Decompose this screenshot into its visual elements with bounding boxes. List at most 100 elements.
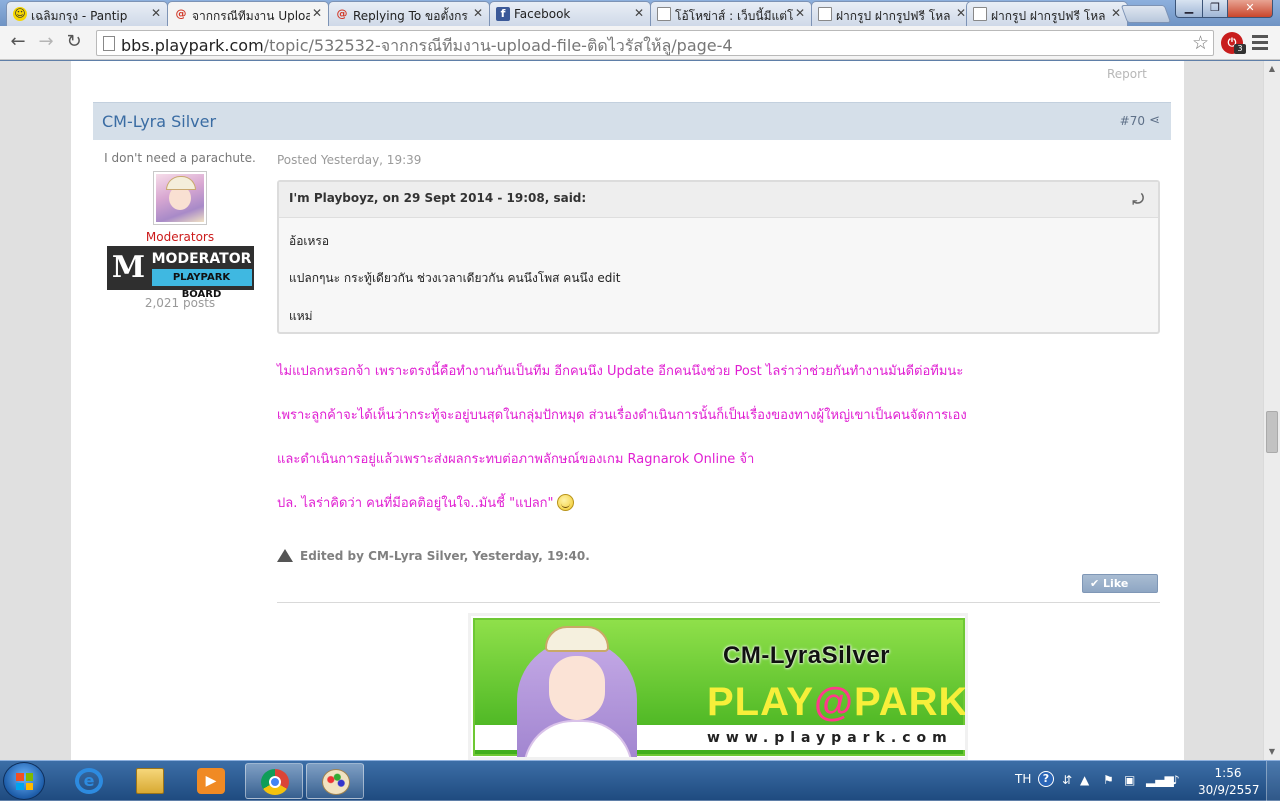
edited-note: Edited by CM-Lyra Silver, Yesterday, 19:… [277,549,590,563]
avatar-image [156,174,204,222]
avatar[interactable] [153,171,207,225]
scroll-down-arrow-icon[interactable]: ▼ [1264,744,1280,760]
forward-arrow-icon[interactable]: → [34,32,58,54]
tab-image-host-1[interactable]: ฝากรูป ฝากรูปฟรี โหล ✕ [811,1,973,26]
new-tab-button[interactable] [1120,5,1172,23]
scrollbar-thumb[interactable] [1266,411,1278,453]
close-tab-icon[interactable]: ✕ [473,6,483,20]
up-arrow-icon[interactable]: ▲ [1080,773,1089,787]
address-bar[interactable]: bbs.playpark.com/topic/532532-จากกรณีทีม… [96,30,1214,56]
playpark-favicon-icon: @ [336,7,348,20]
close-tab-icon[interactable]: ✕ [312,6,322,20]
maximize-button[interactable]: ❐ [1202,0,1228,18]
signature-title: CM-LyraSilver [723,642,890,669]
scroll-up-arrow-icon[interactable]: ▲ [1264,61,1280,77]
close-window-button[interactable]: ✕ [1227,0,1273,18]
forum-content: Report CM-Lyra Silver #70 ⋖ I don't need… [71,61,1184,760]
browser-window: ☺ เฉลิมกรุง - Pantip ✕ @ จากกรณีทีมงาน U… [0,0,1280,801]
action-center-flag-icon[interactable]: ⚑ [1103,773,1114,787]
windows-taskbar: e ▶ TH ? ⇵ ▲ ⚑ ▣ ▂▄▆ ♪ 1:56 30/9/2557 [0,760,1280,801]
browser-toolbar: ← → ↻ bbs.playpark.com/topic/532532-จากก… [0,26,1280,60]
taskbar-paint[interactable] [306,763,364,799]
edited-text: Edited by CM-Lyra Silver, Yesterday, 19:… [300,549,590,563]
chrome-icon [261,769,289,795]
like-button[interactable]: ✔ Like This [1082,574,1158,607]
tray-chevron-icon[interactable]: ⇵ [1062,773,1072,787]
url-text[interactable]: bbs.playpark.com/topic/532532-จากกรณีทีม… [121,34,733,59]
url-host: bbs.playpark.com [121,36,264,55]
smiley-favicon-icon: ☺ [13,7,27,21]
quote-block: I'm Playboyz, on 29 Sept 2014 - 19:08, s… [277,180,1160,334]
page-viewport: Report CM-Lyra Silver #70 ⋖ I don't need… [0,61,1263,760]
playpark-logo: PLAY@PARK [707,680,968,725]
clock-date[interactable]: 30/9/2557 [1198,783,1260,797]
taskbar-media-player[interactable]: ▶ [182,763,240,799]
badge-line-2: PLAYPARK BOARD [151,269,252,300]
tab-replying[interactable]: @ Replying To ขอตั้งกร ✕ [328,1,490,26]
close-tab-icon[interactable]: ✕ [795,6,805,20]
tab-facebook[interactable]: f Facebook ✕ [489,1,651,26]
close-tab-icon[interactable]: ✕ [1111,6,1121,20]
file-explorer-icon [136,768,164,794]
signature-divider [277,602,1160,603]
share-icon[interactable]: ⋖ [1149,113,1160,128]
logo-part-at: @ [814,680,855,724]
tab-label: โอ้โหข่าส์ : เว็บนี้มีแต่โ [675,9,793,23]
user-title: I don't need a parachute. [104,151,256,165]
minimize-button[interactable]: ▁ [1175,0,1203,18]
menu-icon[interactable] [1252,35,1268,51]
post-body-line: และดำเนินการอยู่แล้วเพราะส่งผลกระทบต่อภา… [277,452,755,467]
tab-label: Facebook [514,7,571,21]
logo-part-park: PARK [854,680,968,724]
warning-icon [277,549,293,562]
tab-active-topic[interactable]: @ จากกรณีทีมงาน Uploa ✕ [167,1,329,27]
report-link[interactable]: Report [1107,67,1147,81]
paint-icon [322,769,350,795]
tab-pantip[interactable]: ☺ เฉลิมกรุง - Pantip ✕ [6,1,168,26]
reload-icon[interactable]: ↻ [62,32,86,54]
back-arrow-icon[interactable]: ← [6,32,30,54]
signature-banner: CM-LyraSilver PLAY@PARK www.playpark.com [468,613,968,760]
language-indicator[interactable]: TH [1015,772,1031,786]
post-body-line: ไม่แปลกหรอกจ้า เพราะตรงนี้คือทำงานกันเป็… [277,364,964,379]
playpark-favicon-icon: @ [175,7,187,20]
close-tab-icon[interactable]: ✕ [956,6,966,20]
character-face [549,656,605,720]
taskbar-chrome[interactable] [245,763,303,799]
volume-icon[interactable]: ♪ [1172,773,1180,787]
quote-line: อ้อเหรอ [289,234,330,248]
start-button[interactable] [3,762,45,800]
post-number-link[interactable]: #70 [1120,114,1145,128]
character-hat [545,626,609,652]
tab-label: จากกรณีทีมงาน Uploa [192,9,310,23]
device-icon[interactable]: ▣ [1124,773,1135,787]
badge-line-1: MODERATOR [151,251,252,267]
show-desktop-button[interactable] [1266,761,1280,801]
network-signal-icon[interactable]: ▂▄▆ [1146,773,1174,787]
bookmark-star-icon[interactable]: ☆ [1192,32,1209,54]
posted-date: Posted Yesterday, 19:39 [277,153,422,167]
post-body-text: ปล. ไลร่าคิดว่า คนที่มีอคติอยู่ในใจ..มัน… [277,496,554,511]
help-icon[interactable]: ? [1038,771,1054,787]
close-tab-icon[interactable]: ✕ [634,6,644,20]
tab-label: Replying To ขอตั้งกร [353,9,468,23]
user-group: Moderators [145,230,215,244]
taskbar-file-explorer[interactable] [121,763,179,799]
page-favicon-icon [818,7,832,21]
clock-time[interactable]: 1:56 [1198,766,1258,780]
badge-letter: M [111,250,146,285]
tab-news[interactable]: โอ้โหข่าส์ : เว็บนี้มีแต่โ ✕ [650,1,812,26]
tab-label: เฉลิมกรุง - Pantip [31,9,128,23]
close-tab-icon[interactable]: ✕ [151,6,161,20]
taskbar-internet-explorer[interactable]: e [60,763,118,799]
view-post-icon[interactable]: ⤾ [1132,192,1144,208]
tab-label: ฝากรูป ฝากรูปฟรี โหล [836,9,951,23]
page-favicon-icon [973,7,987,21]
vertical-scrollbar[interactable]: ▲ ▼ [1263,61,1280,760]
system-tray: TH ? ⇵ ▲ ⚑ ▣ ▂▄▆ ♪ 1:56 30/9/2557 [990,761,1280,801]
page-icon [103,36,115,51]
quote-line: แปลกๆนะ กระทู้เดียวกัน ช่วงเวลาเดียวกัน … [289,271,621,285]
internet-explorer-icon: e [75,768,103,794]
tab-image-host-2[interactable]: ฝากรูป ฝากรูปฟรี โหล ✕ [966,1,1128,26]
post-author-link[interactable]: CM-Lyra Silver [102,112,216,131]
